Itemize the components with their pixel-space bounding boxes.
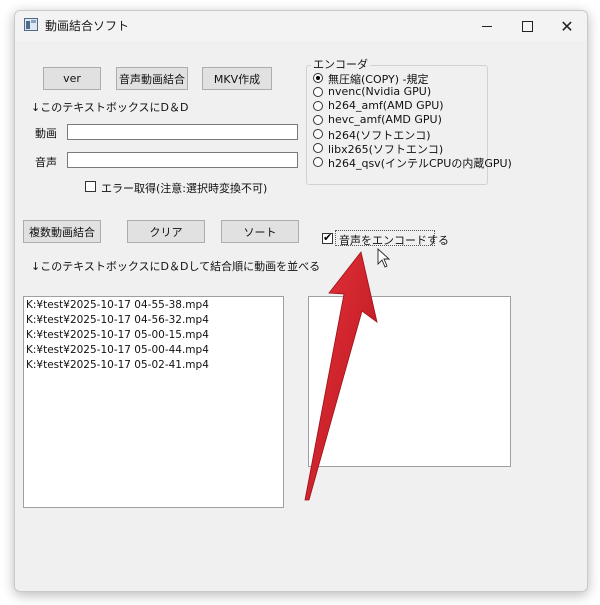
annotation-overlay: [304, 247, 391, 501]
red-arrow-annotation: [304, 251, 378, 501]
mouse-pointer-icon: [377, 247, 391, 268]
